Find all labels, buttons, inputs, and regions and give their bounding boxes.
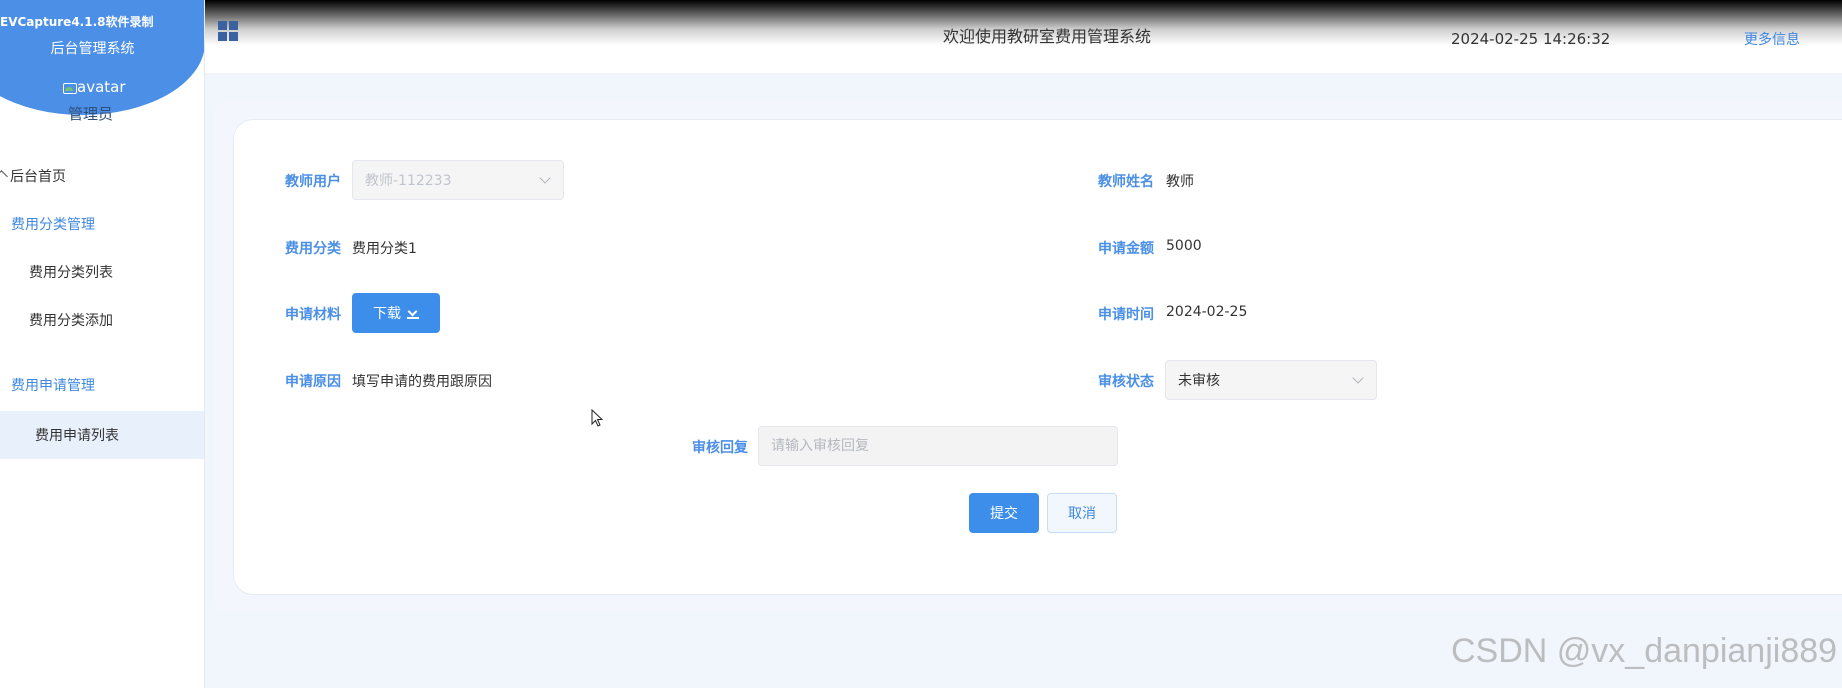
download-button-label: 下载 (373, 306, 401, 322)
review-reply-input[interactable] (758, 426, 1118, 466)
sidebar-item-label: 费用分类添加 (29, 313, 113, 329)
sidebar-group-category[interactable]: 费用分类管理 (0, 200, 204, 248)
review-reply-label: 审核回复 (692, 440, 748, 456)
sidebar-item-label: 费用申请列表 (35, 428, 119, 444)
sidebar-group-application[interactable]: 费用申请管理 (0, 361, 204, 409)
more-info-link[interactable]: 更多信息 (1744, 29, 1800, 49)
cancel-button[interactable]: 取消 (1047, 493, 1117, 533)
category-label: 费用分类 (285, 241, 341, 257)
download-button[interactable]: 下载 (352, 293, 440, 333)
sidebar-item-category-list[interactable]: 费用分类列表 (0, 248, 204, 296)
review-status-value: 未审核 (1178, 373, 1220, 389)
category-value: 费用分类1 (352, 241, 417, 257)
home-icon (0, 170, 10, 182)
download-icon (407, 307, 419, 319)
chevron-down-icon (539, 172, 551, 184)
recorder-watermark: EVCapture4.1.8软件录制 (0, 15, 154, 29)
reason-label: 申请原因 (285, 374, 341, 390)
teacher-name-label: 教师姓名 (1098, 174, 1154, 190)
reason-value: 填写申请的费用跟原因 (352, 374, 492, 390)
broken-image-icon (62, 81, 77, 94)
admin-name: 管理员 (68, 105, 114, 123)
submit-button[interactable]: 提交 (969, 493, 1039, 533)
grid-menu-icon[interactable] (218, 21, 238, 41)
sidebar-item-category-add[interactable]: 费用分类添加 (0, 296, 204, 344)
teacher-user-label: 教师用户 (285, 174, 341, 190)
sidebar-item-label: 费用分类列表 (29, 265, 113, 281)
system-title: 后台管理系统 (50, 41, 135, 57)
mouse-cursor-icon (591, 409, 603, 427)
sidebar-item-application-list[interactable]: 费用申请列表 (0, 411, 204, 459)
amount-label: 申请金额 (1098, 241, 1154, 257)
sidebar-item-label: 后台首页 (10, 169, 66, 185)
avatar[interactable]: avatar (62, 78, 126, 96)
amount-value: 5000 (1166, 238, 1202, 254)
apply-time-label: 申请时间 (1098, 307, 1154, 323)
header-datetime: 2024-02-25 14:26:32 (1451, 30, 1611, 48)
teacher-user-select[interactable]: 教师-112233 (352, 160, 564, 200)
sidebar: EVCapture4.1.8软件录制 后台管理系统 avatar 管理员 后台首… (0, 0, 205, 688)
sidebar-item-label: 费用申请管理 (11, 378, 95, 394)
top-header: 欢迎使用教研室费用管理系统 2024-02-25 14:26:32 更多信息 (205, 0, 1842, 73)
apply-time-value: 2024-02-25 (1166, 304, 1248, 320)
review-status-label: 审核状态 (1098, 374, 1154, 390)
avatar-alt-text: avatar (77, 78, 126, 96)
sidebar-item-home[interactable]: 后台首页 (0, 152, 204, 200)
teacher-user-value: 教师-112233 (365, 173, 452, 189)
sidebar-item-label: 费用分类管理 (11, 217, 95, 233)
review-status-select[interactable]: 未审核 (1165, 360, 1377, 400)
teacher-name-value: 教师 (1166, 174, 1194, 190)
chevron-down-icon (1352, 372, 1364, 384)
header-title: 欢迎使用教研室费用管理系统 (943, 27, 1152, 46)
csdn-watermark: CSDN @vx_danpianji889 (1451, 632, 1838, 670)
material-label: 申请材料 (285, 307, 341, 323)
